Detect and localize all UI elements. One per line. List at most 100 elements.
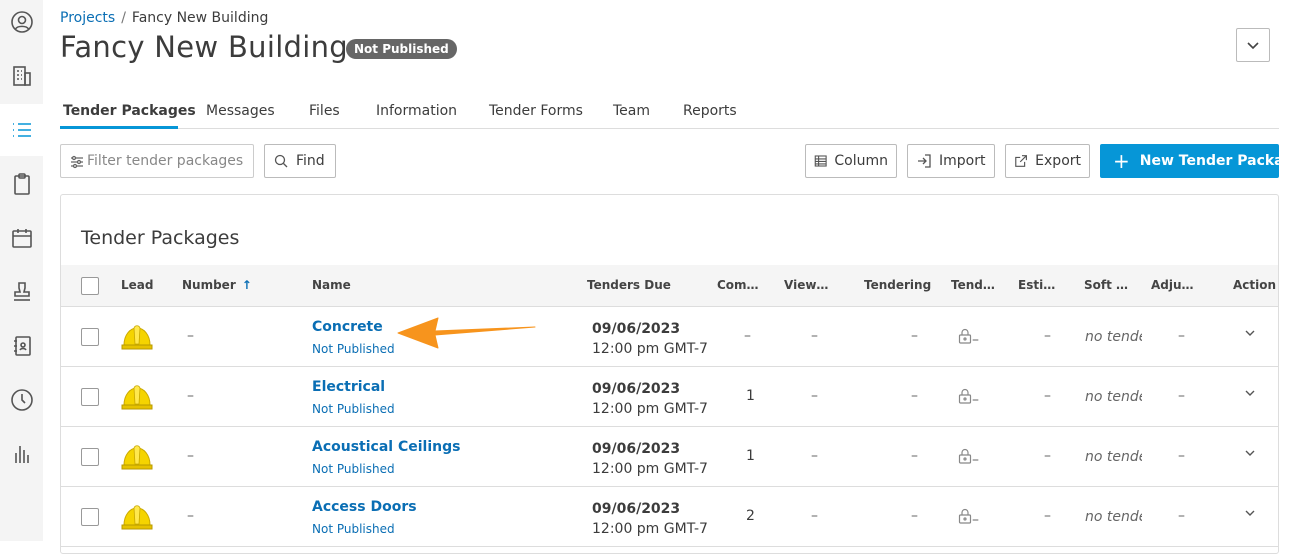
esti-cell: – <box>1044 328 1051 344</box>
package-name-link[interactable]: Electrical <box>312 379 385 395</box>
row-action-button[interactable] <box>1244 507 1256 523</box>
col-number[interactable]: Number ↑ <box>182 278 252 292</box>
clock-icon <box>10 389 33 411</box>
new-tender-package-button[interactable]: + New Tender Package <box>1100 144 1293 178</box>
nav-history[interactable] <box>0 374 43 426</box>
import-icon <box>918 154 931 168</box>
tend-value: – <box>972 512 979 528</box>
number-cell: – <box>187 508 194 524</box>
page-title: Fancy New Building <box>60 30 349 64</box>
row-checkbox[interactable] <box>81 388 99 406</box>
col-view[interactable]: View… <box>784 278 828 292</box>
package-name-link[interactable]: Acoustical Ceilings <box>312 439 460 455</box>
lock-icon <box>958 508 972 524</box>
nav-clipboard[interactable] <box>0 158 43 210</box>
nav-address-book[interactable] <box>0 320 43 372</box>
tab-tender-forms[interactable]: Tender Forms <box>489 103 583 119</box>
tab-files[interactable]: Files <box>309 103 340 119</box>
breadcrumb: Projects / Fancy New Building <box>60 10 268 26</box>
com-cell: – <box>744 328 751 344</box>
user-icon <box>10 11 33 33</box>
tender-packages-panel: Tender Packages Lead Number ↑ Name Tender… <box>60 194 1279 554</box>
breadcrumb-projects-link[interactable]: Projects <box>60 10 115 26</box>
col-lead[interactable]: Lead <box>121 278 153 292</box>
stamp-icon <box>13 282 30 301</box>
tendering-cell: – <box>911 388 918 404</box>
col-name[interactable]: Name <box>312 278 351 292</box>
due-date: 09/06/2023 <box>592 321 681 337</box>
nav-calendar[interactable] <box>0 212 43 264</box>
export-button-label: Export <box>1035 153 1081 169</box>
com-cell: 1 <box>746 448 755 464</box>
filter-sliders-icon <box>71 155 83 169</box>
number-cell: – <box>187 448 194 464</box>
row-action-button[interactable] <box>1244 447 1256 463</box>
esti-cell: – <box>1044 448 1051 464</box>
row-checkbox[interactable] <box>81 448 99 466</box>
view-cell: – <box>811 328 818 344</box>
tab-bar: Tender Packages Messages Files Informati… <box>60 100 1279 129</box>
building-icon <box>12 66 31 86</box>
col-action: Action <box>1233 278 1277 292</box>
column-button[interactable]: Column <box>805 144 897 178</box>
table-row[interactable]: – Concrete Not Published 09/06/2023 12:0… <box>61 307 1278 367</box>
row-action-button[interactable] <box>1244 387 1256 403</box>
col-esti[interactable]: Esti… <box>1018 278 1055 292</box>
new-tender-package-label: New Tender Package <box>1139 153 1293 169</box>
import-button[interactable]: Import <box>907 144 995 178</box>
tend-value: – <box>972 452 979 468</box>
lock-icon <box>958 388 972 404</box>
tab-reports[interactable]: Reports <box>683 103 737 119</box>
nav-stamp[interactable] <box>0 266 43 318</box>
due-time: 12:00 pm GMT-7 <box>592 341 708 357</box>
project-menu-button[interactable] <box>1236 28 1270 62</box>
table-row[interactable]: – Access Doors Not Published 09/06/2023 … <box>61 487 1278 547</box>
nav-projects[interactable] <box>0 50 43 102</box>
filter-input[interactable] <box>87 151 247 171</box>
package-status: Not Published <box>312 342 395 356</box>
column-button-label: Column <box>834 153 888 169</box>
list-icon <box>12 123 31 137</box>
col-tenders-due[interactable]: Tenders Due <box>587 278 671 292</box>
find-button[interactable]: Find <box>264 144 336 178</box>
nav-profile[interactable] <box>0 0 43 48</box>
package-name-link[interactable]: Access Doors <box>312 499 417 515</box>
filter-field[interactable] <box>60 144 254 178</box>
chevron-down-icon <box>1245 450 1255 456</box>
col-number-label: Number <box>182 278 236 292</box>
col-tend[interactable]: Tend… <box>951 278 995 292</box>
due-date: 09/06/2023 <box>592 381 681 397</box>
col-com[interactable]: Com… <box>717 278 759 292</box>
nav-reports[interactable] <box>0 428 43 480</box>
row-action-button[interactable] <box>1244 327 1256 343</box>
col-adju[interactable]: Adju… <box>1151 278 1194 292</box>
tab-tender-packages[interactable]: Tender Packages <box>63 103 196 119</box>
export-button[interactable]: Export <box>1005 144 1090 178</box>
nav-tender-packages[interactable] <box>0 104 43 156</box>
tab-messages[interactable]: Messages <box>206 103 275 119</box>
bar-chart-icon <box>14 446 29 463</box>
col-soft[interactable]: Soft … <box>1084 278 1128 292</box>
breadcrumb-separator: / <box>121 10 126 26</box>
select-all-checkbox[interactable] <box>81 277 99 295</box>
col-tendering[interactable]: Tendering <box>864 278 931 292</box>
hard-hat-icon <box>121 385 153 410</box>
due-time: 12:00 pm GMT-7 <box>592 521 708 537</box>
table-row[interactable]: – Electrical Not Published 09/06/2023 12… <box>61 367 1278 427</box>
sort-ascending-icon: ↑ <box>241 278 252 292</box>
soft-cell: no tende <box>1085 389 1142 405</box>
tab-team[interactable]: Team <box>613 103 650 119</box>
soft-cell: no tende <box>1085 509 1142 525</box>
tab-information[interactable]: Information <box>376 103 457 119</box>
soft-cell: no tende <box>1085 329 1142 345</box>
plus-icon: + <box>1113 149 1130 173</box>
view-cell: – <box>811 388 818 404</box>
tendering-cell: – <box>911 448 918 464</box>
row-checkbox[interactable] <box>81 328 99 346</box>
table-row[interactable]: – Acoustical Ceilings Not Published 09/0… <box>61 427 1278 487</box>
package-name-link[interactable]: Concrete <box>312 319 383 335</box>
row-checkbox[interactable] <box>81 508 99 526</box>
import-button-label: Import <box>939 153 986 169</box>
chevron-down-icon <box>1245 510 1255 516</box>
annotation-arrow <box>397 317 536 349</box>
